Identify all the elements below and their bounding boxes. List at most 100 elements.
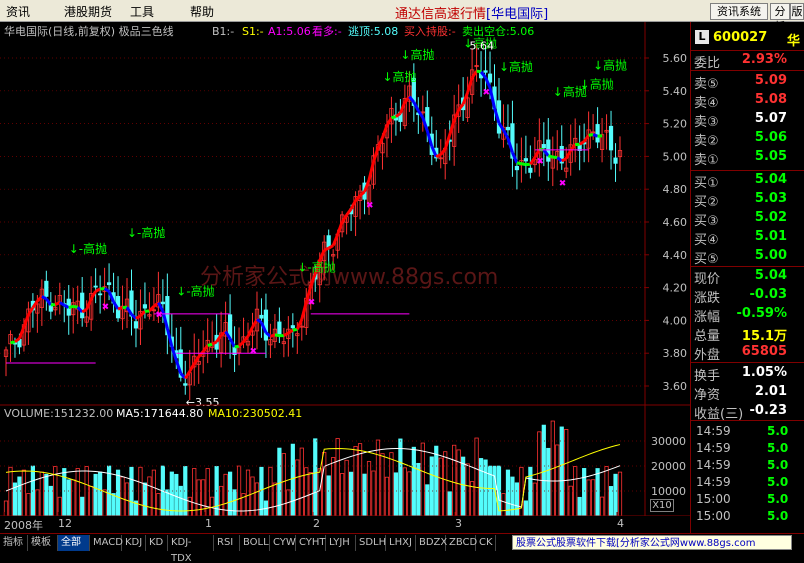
trend-segment: [323, 246, 330, 252]
volume-bar: [245, 469, 251, 516]
trend-segment: [435, 153, 442, 159]
app-title: 通达信高速行情[华电国际]: [395, 3, 548, 22]
tab-boll[interactable]: BOLL: [240, 535, 270, 551]
volume-tick-label: 30000: [651, 435, 686, 448]
volume-bar: [84, 466, 89, 516]
menu-item-help[interactable]: 帮助: [190, 3, 214, 20]
sell-order-row: 卖② 5.06: [691, 130, 804, 149]
candle-body: [93, 285, 98, 288]
trend-segment: [470, 70, 478, 79]
buy-signal-marker: ✖: [102, 303, 110, 313]
info-system-button[interactable]: 资讯系统: [710, 3, 768, 20]
ad-banner[interactable]: 股票公式股票软件下载[分析家公式网www.88gs.com: [512, 535, 792, 550]
sell-signal-label: ↓高抛: [580, 76, 614, 91]
volume-bar: [26, 493, 31, 516]
analysis-button[interactable]: 分析: [770, 3, 790, 33]
volume-bar: [582, 468, 587, 516]
volume-bar: [371, 470, 376, 516]
trend-segment: [36, 295, 43, 303]
fundamental-value: -0.23: [749, 403, 787, 418]
volume-bar: [201, 479, 206, 516]
buy-signal-marker: ✖: [366, 201, 374, 211]
date-label: 1: [205, 517, 212, 530]
price-tick-label: 5.60: [663, 52, 688, 65]
trend-segment: [10, 340, 16, 345]
tab-kdj-tdx[interactable]: KDJ-TDX: [168, 535, 214, 563]
date-label: 4: [617, 517, 624, 530]
trend-segment: [412, 101, 420, 112]
stock-icon: L: [695, 30, 709, 44]
volume-bar: [156, 493, 161, 516]
volume-bar: [505, 469, 511, 516]
menu-item-hk-futures[interactable]: 港股期货: [64, 3, 112, 20]
tab-ck[interactable]: CK: [476, 535, 496, 551]
version-button[interactable]: 版: [790, 3, 804, 20]
trend-segment: [318, 249, 326, 262]
volume-bar: [443, 451, 448, 516]
buy-signal-marker: ✖: [308, 298, 316, 308]
buy-order-label: 买②: [694, 195, 719, 210]
volume-bar: [299, 447, 304, 516]
candle-body: [595, 124, 600, 143]
volume-tick-label: 10000: [651, 485, 686, 498]
candle-body: [546, 139, 551, 162]
date-label: 3: [455, 517, 462, 530]
tab-sdlh[interactable]: SDLH: [356, 535, 386, 551]
tab-模板[interactable]: 模板: [28, 535, 58, 551]
volume-bar: [389, 452, 394, 516]
trend-segment: [283, 331, 290, 337]
tab-zbcd[interactable]: ZBCD: [446, 535, 477, 551]
volume-bar: [313, 438, 318, 516]
indicator-taoding: 逃顶:5.08: [348, 25, 398, 38]
buy-order-value: 5.04: [754, 172, 787, 187]
weibi-label: 委比: [694, 56, 721, 71]
volume-bar: [8, 466, 13, 516]
sell-order-value: 5.05: [754, 149, 787, 164]
tab-kd[interactable]: KD: [146, 535, 168, 551]
volume-bar: [514, 482, 520, 516]
fundamental-row: 收益(三) -0.23: [691, 403, 804, 422]
sell-signal-label: ↓-高抛: [297, 259, 335, 274]
trade-time: 15:00: [696, 509, 731, 523]
candle-body: [541, 144, 546, 149]
volume-bar: [57, 496, 62, 516]
tab-cyw[interactable]: CYW: [270, 535, 296, 551]
volume-bar: [129, 466, 134, 516]
tab-rsi[interactable]: RSI: [214, 535, 240, 551]
tab-cyht[interactable]: CYHT: [296, 535, 326, 551]
volume-bar: [219, 485, 224, 516]
menu-bar: 资讯 港股期货 工具 帮助 通达信高速行情[华电国际] 资讯系统 分析 版: [0, 0, 804, 33]
trend-segment: [452, 109, 461, 121]
price-tick-label: 3.80: [663, 347, 688, 360]
separator: [691, 50, 804, 51]
volume-bar: [604, 466, 609, 516]
zoom-x10-button[interactable]: X10: [650, 499, 674, 512]
tab-全部[interactable]: 全部: [58, 535, 90, 551]
menu-item-info[interactable]: 资讯: [6, 3, 30, 20]
sell-order-label: 卖②: [694, 134, 719, 149]
menu-item-tools[interactable]: 工具: [130, 3, 154, 20]
stat-value: -0.03: [749, 287, 787, 302]
chart-title: 华电国际(日线,前复权) 极品三色线: [4, 24, 174, 38]
trend-segment: [376, 137, 384, 149]
volume-bar: [35, 489, 40, 516]
date-label: 2008年: [4, 519, 43, 532]
tab-kdj[interactable]: KDJ: [122, 535, 146, 551]
buy-order-row: 买① 5.04: [691, 172, 804, 191]
tab-指标[interactable]: 指标: [0, 535, 28, 551]
tab-bdzx[interactable]: BDZX: [416, 535, 447, 551]
tab-lyjh[interactable]: LYJH: [326, 535, 356, 551]
volume-bar: [528, 466, 533, 516]
volume-bar: [492, 465, 497, 516]
stock-code-box[interactable]: L 600027 华: [691, 28, 804, 49]
sell-order-value: 5.06: [754, 130, 787, 145]
volume-bar: [322, 451, 327, 516]
buy-order-label: 买①: [694, 176, 719, 191]
indicator-s1: S1:-: [242, 25, 264, 38]
tab-macd[interactable]: MACD: [90, 535, 123, 551]
high-price-label: 5.64: [470, 39, 495, 52]
tab-lhxj[interactable]: LHXJ: [386, 535, 416, 551]
candle-body: [98, 293, 103, 296]
candle-body: [263, 309, 269, 341]
kline-chart[interactable]: 华电国际(日线,前复权) 极品三色线 B1:- S1:- A1:5.06 看多:…: [0, 22, 690, 516]
